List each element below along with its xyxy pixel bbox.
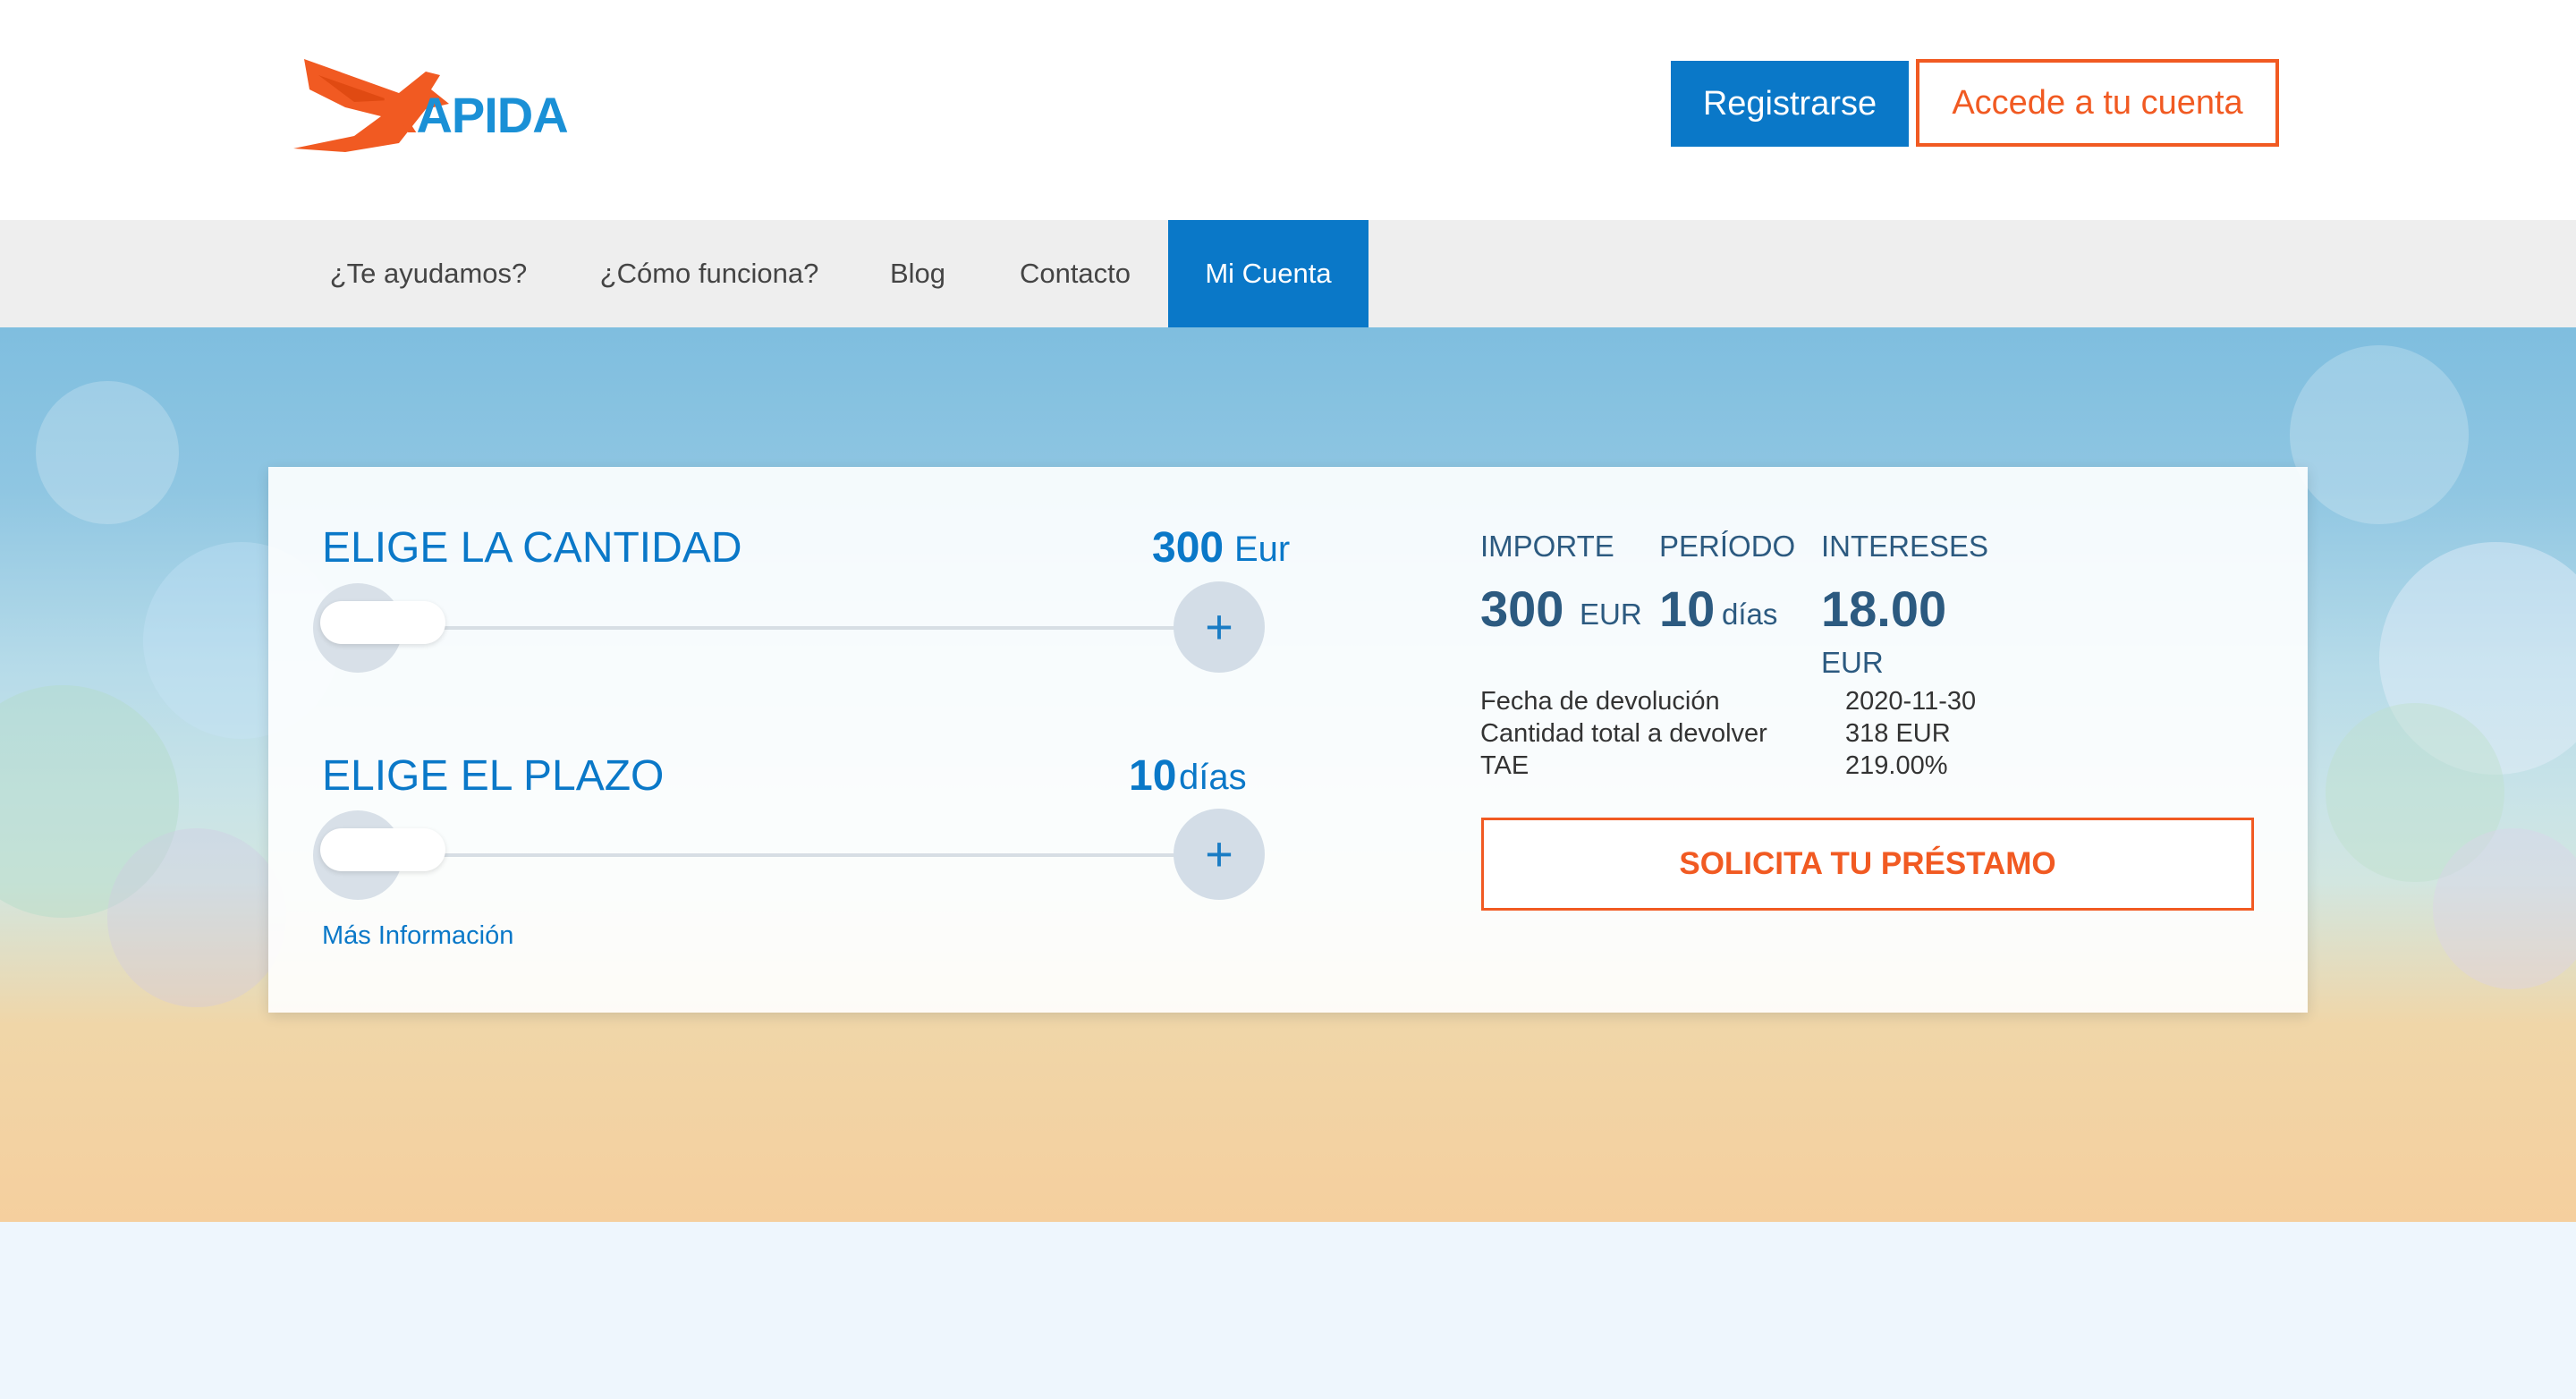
nav-item-help[interactable]: ¿Te ayudamos? (308, 220, 549, 327)
amount-value: 300 (1152, 524, 1224, 572)
detail-value: 318 EUR (1845, 719, 1951, 748)
site-header: RAPIDA Registrarse Accede a tu cuenta (0, 0, 2576, 220)
apply-loan-button[interactable]: SOLICITA TU PRÉSTAMO (1481, 818, 2254, 911)
term-label: ELIGE EL PLAZO (322, 752, 665, 800)
detail-label: Cantidad total a devolver (1480, 719, 1767, 748)
intereses-value: 18.00 (1821, 581, 1947, 637)
rapida-logo[interactable]: RAPIDA (292, 54, 578, 161)
intereses-unit: EUR (1821, 646, 1884, 679)
nav-item-my-account[interactable]: Mi Cuenta (1168, 220, 1368, 327)
amount-plus-button[interactable]: + (1174, 581, 1265, 673)
amount-slider-track[interactable] (358, 626, 1181, 630)
detail-value: 2020-11-30 (1845, 687, 1977, 716)
register-button[interactable]: Registrarse (1671, 61, 1909, 147)
bokeh-light (2290, 345, 2469, 524)
periodo-label: PERÍODO (1659, 530, 1796, 563)
detail-value: 219.00% (1845, 751, 1948, 780)
periodo-unit: días (1722, 598, 1778, 631)
importe-value: 300 (1480, 581, 1564, 637)
login-button[interactable]: Accede a tu cuenta (1916, 59, 2279, 147)
plus-icon: + (1205, 827, 1233, 881)
more-info-link[interactable]: Más Información (322, 921, 513, 951)
amount-label: ELIGE LA CANTIDAD (322, 524, 742, 572)
bokeh-light (2433, 828, 2576, 989)
bokeh-light (36, 381, 179, 524)
logo-wordmark: RAPIDA (381, 87, 569, 143)
nav-item-how-it-works[interactable]: ¿Cómo funciona? (581, 220, 837, 327)
importe-unit: EUR (1580, 598, 1642, 631)
term-slider-thumb[interactable] (320, 828, 445, 871)
detail-label: TAE (1480, 751, 1530, 780)
nav-item-blog[interactable]: Blog (873, 220, 962, 327)
plus-icon: + (1205, 600, 1233, 654)
nav-item-contact[interactable]: Contacto (996, 220, 1154, 327)
term-unit: días (1179, 758, 1247, 797)
term-plus-button[interactable]: + (1174, 809, 1265, 900)
main-nav: ¿Te ayudamos? ¿Cómo funciona? Blog Conta… (0, 220, 2576, 327)
bokeh-light (107, 828, 286, 1007)
periodo-value: 10 (1659, 581, 1716, 637)
importe-label: IMPORTE (1480, 530, 1614, 563)
page-bottom (0, 1222, 2576, 1399)
intereses-label: INTERESES (1821, 530, 1989, 563)
term-slider-track[interactable] (358, 853, 1181, 857)
detail-label: Fecha de devolución (1480, 687, 1720, 716)
amount-unit: Eur (1234, 530, 1291, 569)
amount-slider-thumb[interactable] (320, 601, 445, 644)
term-value: 10 (1129, 752, 1177, 800)
